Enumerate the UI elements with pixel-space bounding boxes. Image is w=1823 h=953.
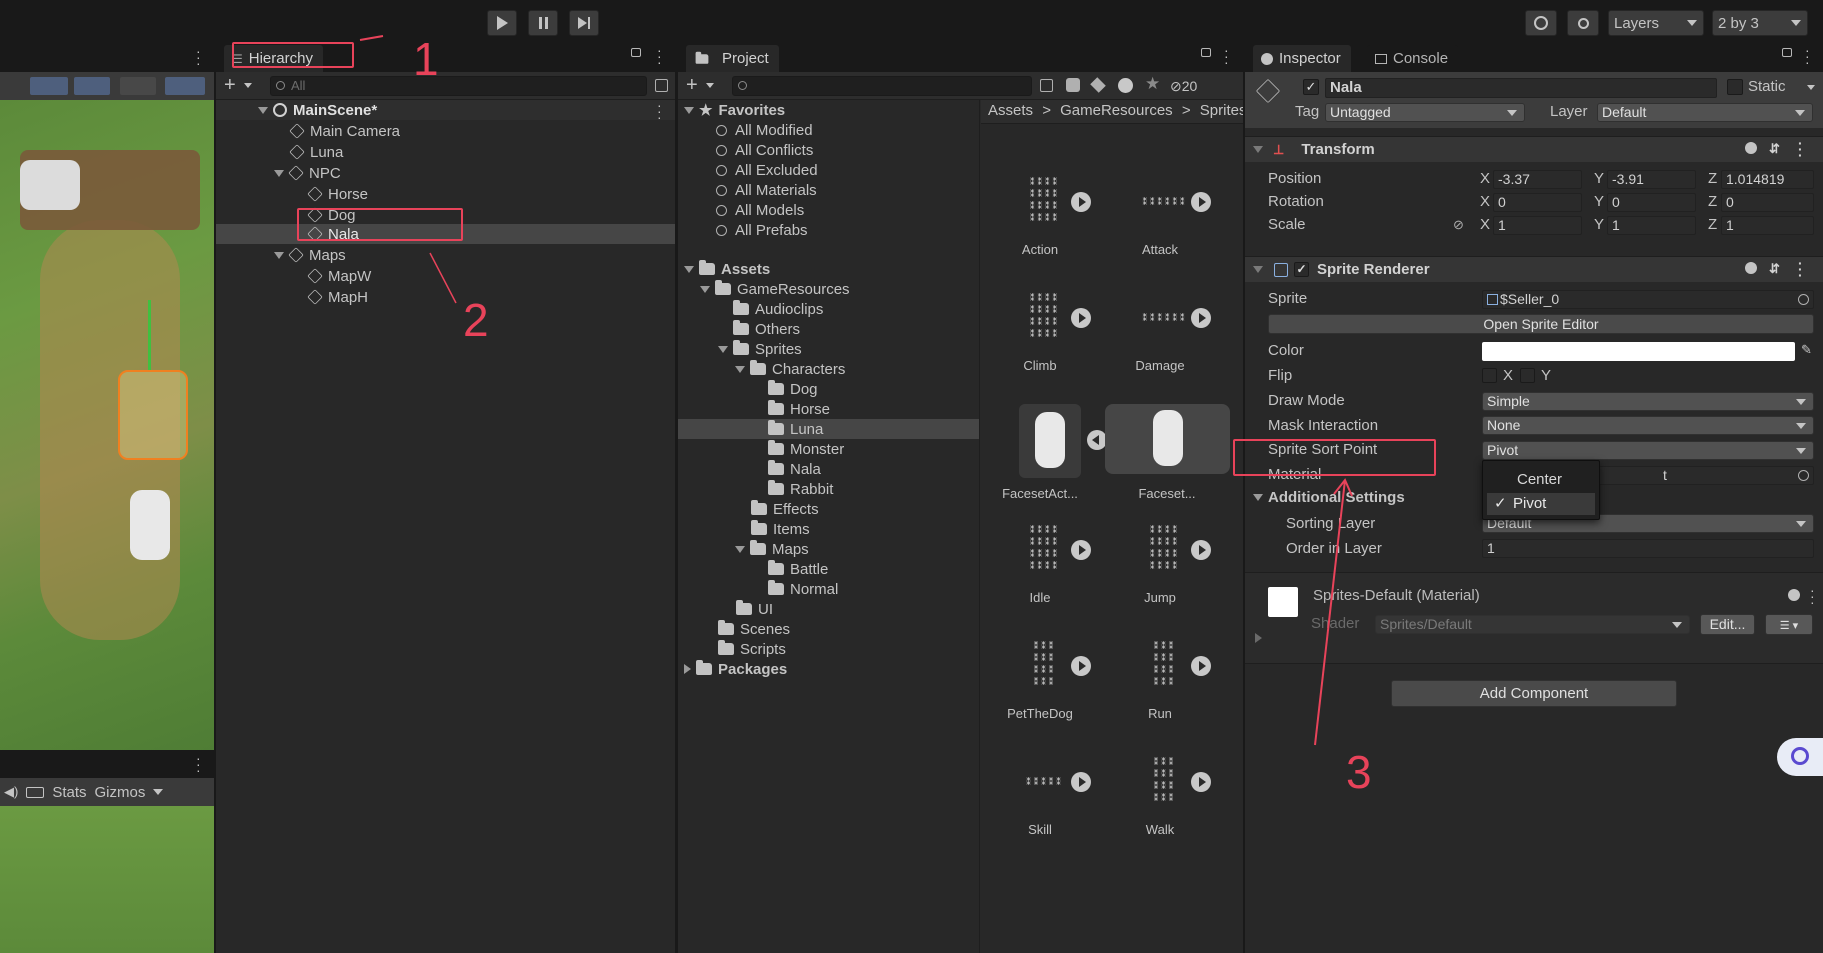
annotation-box-sprite-sort-point [1233, 439, 1436, 476]
annotation-number-3: 3 [1346, 746, 1372, 798]
annotation-box-nala [297, 208, 463, 241]
annotation-line [359, 35, 1353, 746]
annotation-number-2: 2 [463, 294, 489, 346]
